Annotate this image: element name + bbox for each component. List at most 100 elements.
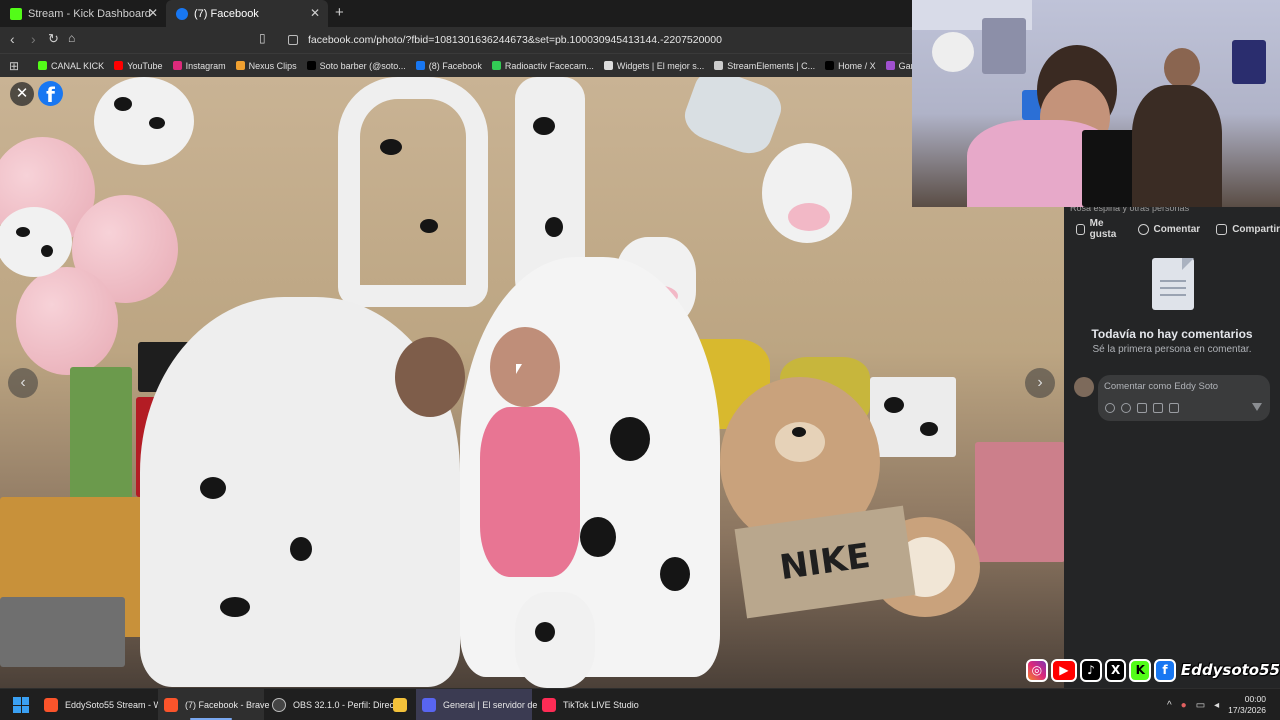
person-face xyxy=(1164,48,1200,88)
cow-handbag xyxy=(870,377,956,457)
number-balloon-2 xyxy=(338,77,488,307)
share-button[interactable]: Compartir xyxy=(1216,218,1280,240)
taskbar-label: General | El servidor de xyxy=(443,700,538,710)
bookmark-item[interactable]: Soto barber (@soto... xyxy=(306,61,406,71)
youtube-icon: ▶ xyxy=(1050,658,1078,682)
facebook-logo-icon[interactable]: f xyxy=(38,81,63,107)
bookmark-item[interactable]: Instagram xyxy=(172,61,226,71)
taskbar-item-discord[interactable]: General | El servidor de xyxy=(416,689,537,720)
close-icon[interactable]: ✕ xyxy=(148,6,158,20)
instagram-icon: ◎ xyxy=(1026,658,1048,682)
windows-taskbar: EddySoto55 Stream - W (7) Facebook - Bra… xyxy=(0,688,1280,720)
comment-label: Comentar xyxy=(1153,223,1201,235)
close-icon[interactable]: ✕ xyxy=(310,6,320,20)
bookmark-item[interactable]: StreamElements | C... xyxy=(714,61,815,71)
x-icon: X xyxy=(1104,658,1127,682)
clock[interactable]: 00:00 17/3/2026 xyxy=(1228,694,1266,716)
taskbar-item-file-explorer[interactable] xyxy=(388,689,414,720)
volume-icon[interactable]: ◂ xyxy=(1214,700,1219,711)
bookmark-icon[interactable]: ▯ xyxy=(259,31,266,45)
cow-head-balloon xyxy=(762,143,852,243)
taskbar-item-obs[interactable]: OBS 32.1.0 - Perfil: Direc xyxy=(266,689,394,720)
taskbar-item-brave-stream[interactable]: EddySoto55 Stream - W xyxy=(38,689,162,720)
back-icon[interactable]: ‹ xyxy=(10,31,15,47)
comment-icon xyxy=(1137,223,1149,235)
new-tab-button[interactable]: + xyxy=(335,4,344,21)
cow-plush xyxy=(515,592,595,688)
bookmark-item[interactable]: YouTube xyxy=(114,60,163,71)
emoji-icon[interactable] xyxy=(1121,403,1131,413)
like-icon xyxy=(1076,223,1085,235)
bookmark-favicon-icon xyxy=(415,61,425,70)
bookmark-label: YouTube xyxy=(127,60,163,71)
share-icon xyxy=(1216,223,1228,235)
forward-icon[interactable]: › xyxy=(31,31,36,47)
avatar[interactable] xyxy=(1074,377,1094,397)
bookmark-item[interactable]: Radioactiv Facecam... xyxy=(491,61,594,71)
pink-balloon xyxy=(16,267,118,375)
chevron-up-icon[interactable]: ^ xyxy=(1167,700,1172,711)
share-label: Compartir xyxy=(1232,223,1280,235)
person-shirt xyxy=(1132,85,1222,207)
no-comments-subtitle: Sé la primera persona en comentar. xyxy=(1092,344,1252,355)
windows-start-icon[interactable] xyxy=(13,697,29,713)
bookmark-favicon-icon xyxy=(172,61,182,70)
taskbar-item-tiktok-live[interactable]: TikTok LIVE Studio xyxy=(536,689,646,720)
bookmark-favicon-icon xyxy=(885,61,895,70)
bookmark-item[interactable]: Home / X xyxy=(825,61,876,71)
bookmark-label: Nexus Clips xyxy=(248,60,297,71)
facebook-photo[interactable]: NIKE xyxy=(0,77,1064,688)
bookmark-label: Widgets | El mejor s... xyxy=(616,60,705,71)
kick-icon xyxy=(10,7,22,20)
site-info-icon[interactable] xyxy=(288,35,298,45)
like-button[interactable]: Me gusta xyxy=(1076,218,1122,240)
comment-button[interactable]: Comentar xyxy=(1137,218,1201,240)
taskbar-label: EddySoto55 Stream - W xyxy=(65,700,163,710)
screen: Stream - Kick Dashboard ✕ (7) Facebook ✕… xyxy=(0,0,1280,720)
reload-icon[interactable]: ↻ xyxy=(48,31,59,47)
tiktok-icon xyxy=(542,698,556,712)
poster xyxy=(982,18,1026,74)
kick-icon: K xyxy=(1129,658,1152,682)
tab-title: Stream - Kick Dashboard xyxy=(28,7,151,20)
camera-icon[interactable] xyxy=(1137,403,1147,413)
soccer-ball xyxy=(932,32,974,72)
previous-photo-button[interactable]: ‹ xyxy=(8,368,38,398)
bookmark-item[interactable]: Gartic Phone - Tele... xyxy=(885,61,912,71)
gif-icon[interactable] xyxy=(1153,403,1163,413)
next-photo-button[interactable]: › xyxy=(1025,368,1055,398)
sticker-icon[interactable] xyxy=(1169,403,1179,413)
sign-text: NIKE xyxy=(777,535,873,589)
streamer-handle: Eddysoto55 xyxy=(1180,661,1280,679)
taskbar-label: (7) Facebook - Brave xyxy=(185,700,270,710)
comment-input[interactable]: Comentar como Eddy Soto xyxy=(1098,375,1270,421)
star-balloon xyxy=(678,77,788,161)
bookmark-item[interactable]: CANAL KICK xyxy=(38,61,104,71)
brave-icon xyxy=(44,698,58,712)
avatar-sticker-icon[interactable] xyxy=(1105,403,1115,413)
close-photo-button[interactable]: ✕ xyxy=(10,82,34,106)
document-icon xyxy=(1152,258,1194,310)
person-cow-costume xyxy=(140,297,465,687)
tab-facebook[interactable]: (7) Facebook ✕ xyxy=(166,0,328,27)
bookmark-favicon-icon xyxy=(603,61,613,70)
network-icon[interactable]: ▭ xyxy=(1196,700,1205,711)
address-bar[interactable]: facebook.com/photo/?fbid=108130163624467… xyxy=(278,29,912,51)
bookmark-label: CANAL KICK xyxy=(51,60,105,71)
bookmark-item[interactable]: (8) Facebook xyxy=(415,61,482,71)
apps-grid-icon[interactable]: ⊞ xyxy=(0,59,28,73)
bookmark-label: StreamElements | C... xyxy=(727,60,816,71)
obs-icon xyxy=(272,698,286,712)
bookmarks-bar: ⊞ CANAL KICK YouTube Instagram Nexus Clips S… xyxy=(0,53,912,77)
microphone-icon[interactable]: ● xyxy=(1181,700,1187,711)
send-icon[interactable] xyxy=(1252,403,1262,411)
tab-kick-dashboard[interactable]: Stream - Kick Dashboard ✕ xyxy=(0,0,166,27)
home-icon[interactable]: ⌂ xyxy=(68,31,75,45)
taskbar-label: TikTok LIVE Studio xyxy=(563,700,639,710)
taskbar-item-brave-facebook[interactable]: (7) Facebook - Brave xyxy=(158,689,270,720)
bookmark-item[interactable]: Widgets | El mejor s... xyxy=(603,60,705,71)
gift-basket xyxy=(0,597,125,667)
mouse-cursor xyxy=(516,364,522,374)
pink-gift-bag xyxy=(975,442,1064,562)
bookmark-item[interactable]: Nexus Clips xyxy=(235,60,297,71)
